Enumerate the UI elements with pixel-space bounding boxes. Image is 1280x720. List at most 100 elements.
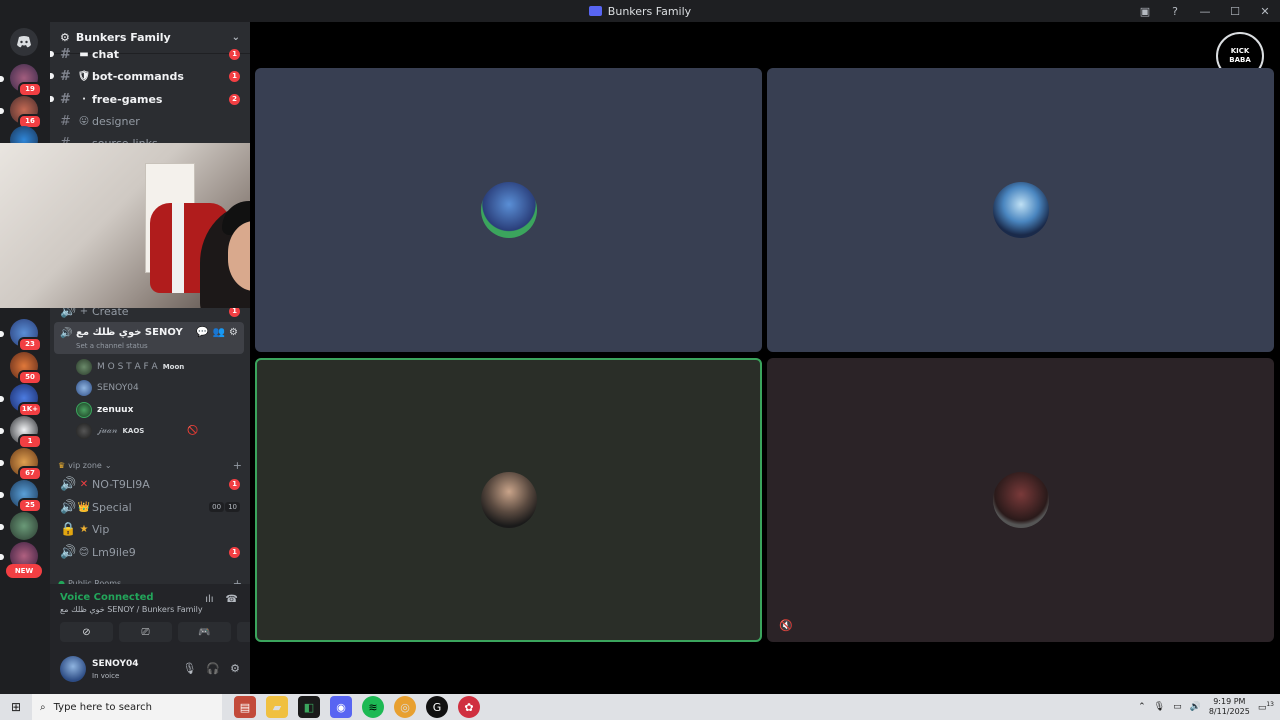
mention-badge: 50 [18, 370, 42, 385]
help-icon[interactable]: ? [1160, 0, 1190, 22]
discord-taskbar-icon[interactable]: ◉ [330, 696, 352, 718]
server-list: 19 16 23 50 1K+ 1 67 25 NEW [0, 22, 50, 694]
user-area[interactable]: SENOY04 In voice 🎙 🎧 ⚙ [60, 656, 240, 686]
soundboard-button[interactable]: ✧ [237, 622, 250, 642]
settings-icon[interactable]: ⚙ [229, 327, 238, 338]
voice-user[interactable]: M O S T A F A Moon [76, 358, 184, 376]
minimize-icon[interactable]: — [1190, 0, 1220, 22]
taskbar-search[interactable]: ⌕ Type here to search [32, 694, 222, 720]
search-icon: ⌕ [40, 701, 46, 713]
mention-badge: 1 [18, 434, 42, 449]
app-icon[interactable]: ✿ [458, 696, 480, 718]
server-icon[interactable]: 1K+ [0, 384, 42, 417]
speaker-icon: 🔊 [60, 499, 77, 515]
maximize-icon[interactable]: ☐ [1220, 0, 1250, 22]
server-icon[interactable]: 19 [0, 64, 42, 97]
mention-badge: 23 [18, 337, 42, 352]
close-icon[interactable]: ✕ [1250, 0, 1280, 22]
hash-icon: # [60, 68, 71, 84]
activity-button[interactable]: 🎮 [178, 622, 231, 642]
chat-icon[interactable]: 💬 [196, 327, 208, 338]
server-icon[interactable]: 25 [0, 480, 42, 513]
speaker-icon: 🔊 [60, 544, 77, 560]
channel-designer[interactable]: # 😛 designer [54, 111, 246, 131]
category-vip-zone[interactable]: ♛ vip zone ⌄ + [58, 459, 242, 472]
channel-sidebar: ⚙ Bunkers Family ⌄ # ▬ chat 1 # 🛡 bot-command… [50, 22, 250, 694]
mention-badge: 67 [18, 466, 42, 481]
spotify-icon[interactable]: ≋ [362, 696, 384, 718]
voice-stage: KICK BABA 🔇 [250, 22, 1280, 694]
headphones-icon[interactable]: 🎧 [206, 662, 220, 675]
channel-bot-commands[interactable]: # 🛡 bot-commands 1 [50, 66, 246, 86]
voice-location[interactable]: خوي ظلك مع SENOY / Bunkers Family [60, 605, 203, 614]
channel-no-t9li9a[interactable]: 🔊 ✕ NO-T9LI9A 1 [54, 474, 246, 494]
window-title: Bunkers Family [607, 4, 692, 18]
hash-icon: # [60, 113, 71, 129]
noise-suppression-icon[interactable]: ılı [205, 594, 213, 605]
network-icon[interactable]: ▭ [1173, 702, 1182, 712]
server-icon[interactable]: 16 [0, 96, 42, 129]
search-placeholder: Type here to search [53, 701, 152, 713]
channel-lm9ile9[interactable]: 🔊 😊 Lm9ile9 1 [54, 542, 246, 562]
unread-badge: 1 [229, 546, 240, 558]
server-icon[interactable]: 1 [0, 416, 42, 449]
participant-tile[interactable]: 🔇 [767, 358, 1274, 642]
server-name: Bunkers Family [75, 31, 171, 44]
title-bar: Bunkers Family ▣ ? — ☐ ✕ [0, 0, 1280, 22]
app-icon[interactable]: G [426, 696, 448, 718]
active-voice-channel[interactable]: 🔊 خوي ظلك مع SENOY Set a channel status … [54, 322, 244, 354]
participant-tile[interactable] [255, 68, 762, 352]
user-settings-icon[interactable]: ⚙ [230, 662, 240, 675]
unread-badge: 1 [229, 478, 240, 490]
voice-channel-name: خوي ظلك مع SENOY [76, 327, 183, 338]
server-icon[interactable]: 67 [0, 448, 42, 481]
volume-icon[interactable]: 🔊 [1190, 702, 1201, 712]
user-status: In voice [92, 672, 120, 680]
user-count: 00 10 [209, 502, 240, 512]
participant-avatar [480, 182, 537, 238]
channel-status[interactable]: Set a channel status [76, 342, 148, 350]
avatar [76, 359, 92, 375]
app-icon[interactable]: ▤ [234, 696, 256, 718]
muted-icon: 🔇 [779, 619, 793, 632]
lock-icon: 🔒 [60, 521, 77, 537]
voice-connected-status[interactable]: Voice Connected [60, 592, 154, 603]
microphone-icon[interactable]: 🎙 [182, 662, 196, 675]
inbox-icon[interactable]: ▣ [1130, 0, 1160, 22]
screen-share-button[interactable]: ⎚ [119, 622, 172, 642]
chevron-down-icon: ⌄ [231, 32, 240, 43]
server-icon[interactable]: 50 [10, 352, 42, 385]
windows-start-icon[interactable]: ⊞ [0, 694, 32, 720]
clock[interactable]: 9:19 PM 8/11/2025 [1209, 697, 1250, 717]
channel-vip[interactable]: 🔒 ★ Vip [54, 519, 246, 539]
mention-badge: 19 [18, 82, 42, 97]
server-icon[interactable]: 23 [0, 319, 42, 352]
discord-home-button[interactable] [10, 28, 38, 56]
voice-user[interactable]: 𝒿𝓊𝒶𝓃 KAOS 🚫 [76, 422, 199, 440]
chrome-icon[interactable]: ◎ [394, 696, 416, 718]
mention-badge: 25 [18, 498, 42, 513]
file-explorer-icon[interactable]: ▰ [266, 696, 288, 718]
disconnect-icon[interactable]: ☎ [226, 594, 238, 605]
user-avatar [60, 656, 86, 682]
new-badge: NEW [6, 564, 42, 578]
participant-tile-speaking[interactable] [255, 358, 762, 642]
username: SENOY04 [92, 659, 139, 669]
add-channel-icon[interactable]: + [233, 459, 242, 472]
notification-icon[interactable]: ▭13 [1258, 701, 1274, 713]
channel-free-games[interactable]: # · free-games 2 [50, 89, 246, 109]
participant-tile[interactable] [767, 68, 1274, 352]
channel-special[interactable]: 🔊 👑 Special 00 10 [54, 497, 246, 517]
camera-off-button[interactable]: ⊘ [60, 622, 113, 642]
voice-user[interactable]: zenuux [76, 401, 133, 419]
voice-user[interactable]: SENOY04 [76, 379, 139, 397]
voice-user-panel: Voice Connected خوي ظلك مع SENOY / Bunke… [50, 584, 250, 694]
app-icon[interactable]: ◧ [298, 696, 320, 718]
server-icon[interactable] [0, 512, 38, 540]
participant-avatar [992, 472, 1049, 528]
microphone-icon[interactable]: 🎙 [1154, 702, 1165, 712]
invite-icon[interactable]: 👥 [213, 327, 225, 338]
channel-chat[interactable]: # ▬ chat 1 [50, 44, 246, 64]
app-icon [588, 6, 602, 16]
chevron-up-icon[interactable]: ⌃ [1138, 702, 1146, 712]
